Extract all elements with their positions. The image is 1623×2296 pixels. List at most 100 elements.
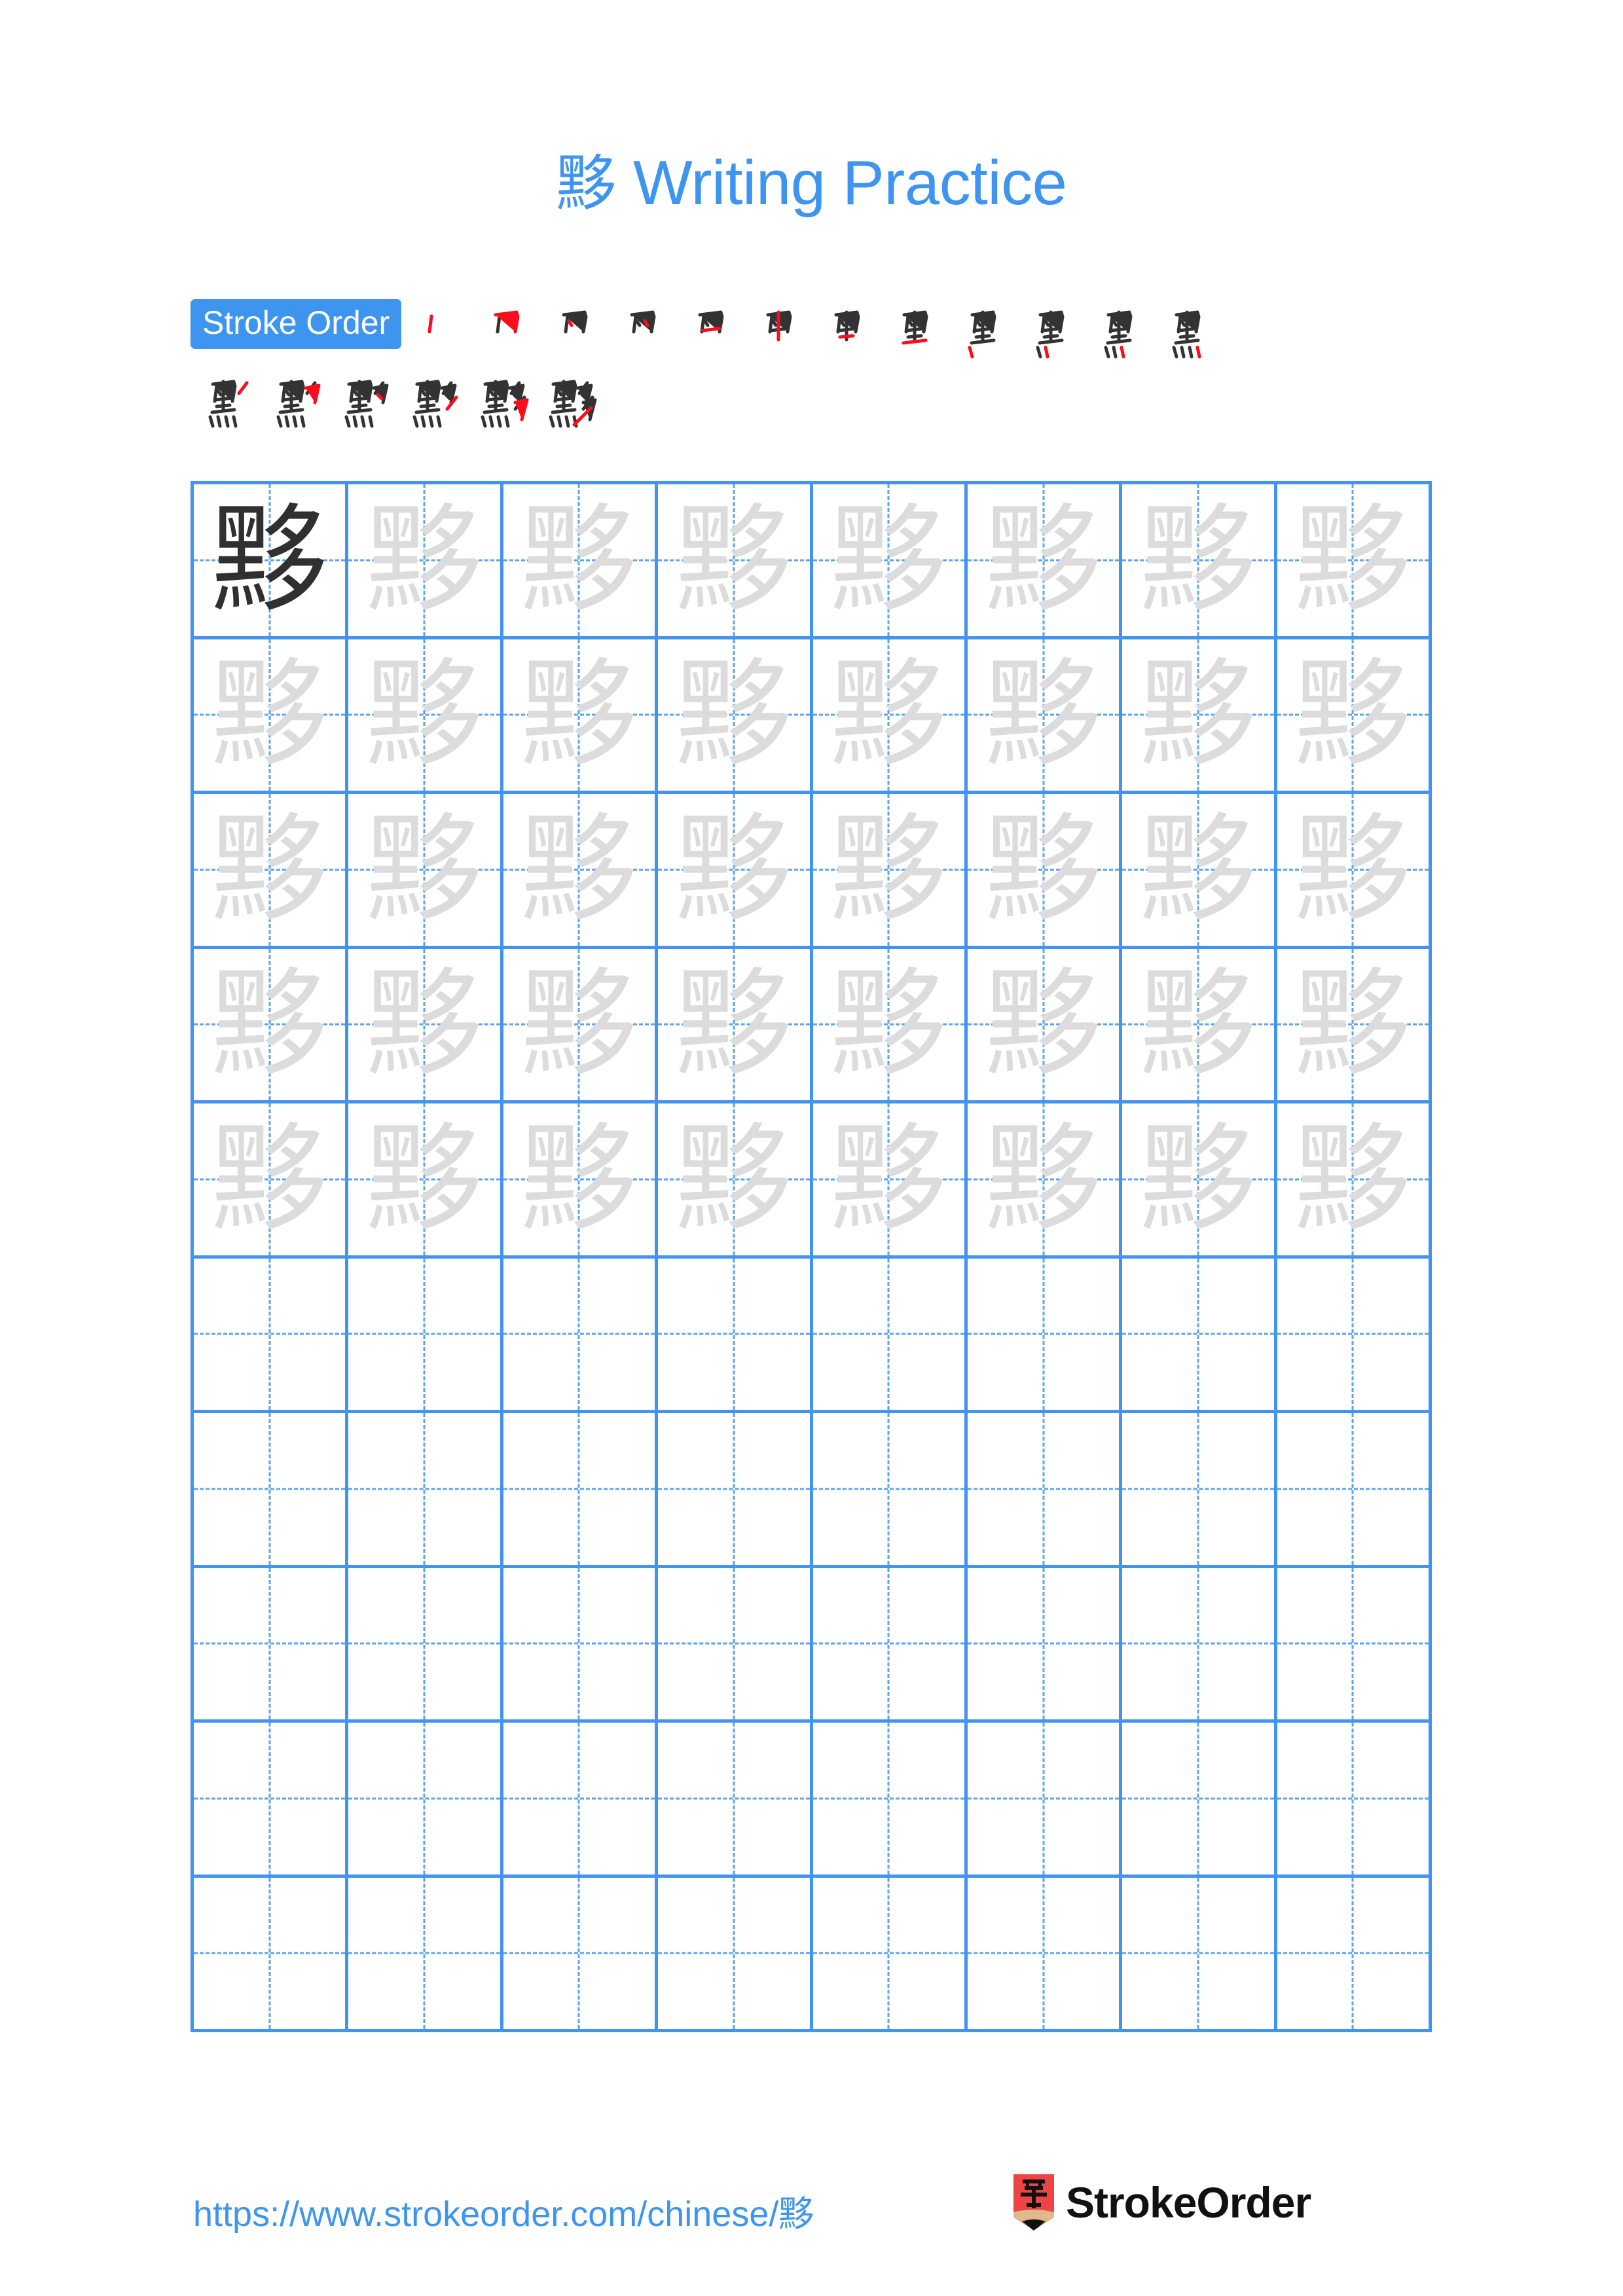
practice-cell[interactable]: 黟 — [348, 639, 503, 794]
trace-character: 黟 — [675, 956, 792, 1092]
practice-cell[interactable] — [348, 1723, 503, 1878]
practice-cell[interactable] — [812, 1568, 968, 1723]
practice-cell[interactable] — [658, 1877, 813, 2032]
practice-cell[interactable] — [503, 1723, 659, 1878]
practice-cell[interactable]: 黟 — [503, 639, 659, 794]
footer: https://www.strokeorder.com/chinese/黟 St… — [0, 2174, 1623, 2265]
practice-cell[interactable]: 黟 — [812, 794, 968, 949]
practice-cell[interactable]: 黟 — [967, 794, 1123, 949]
practice-cell[interactable] — [812, 1258, 968, 1413]
practice-cell[interactable] — [1122, 1258, 1277, 1413]
cell-horizontal-guide — [658, 1333, 810, 1335]
brand-logo[interactable]: StrokeOrder — [1013, 2174, 1311, 2231]
practice-cell[interactable]: 黟 — [503, 484, 659, 639]
practice-cell[interactable]: 黟 — [348, 948, 503, 1103]
practice-cell[interactable]: 黟 — [967, 948, 1123, 1103]
practice-cell[interactable] — [348, 1258, 503, 1413]
practice-cell[interactable]: 黟 — [1277, 948, 1432, 1103]
practice-cell[interactable]: 黟 — [1122, 1103, 1277, 1259]
practice-cell[interactable]: 黟 — [812, 639, 968, 794]
practice-cell[interactable]: 黟 — [658, 1103, 813, 1259]
cell-horizontal-guide — [1277, 1488, 1429, 1490]
practice-cell[interactable]: 黟 — [967, 484, 1123, 639]
practice-cell[interactable]: 黟 — [812, 484, 968, 639]
practice-cell[interactable]: 黟 — [1277, 1103, 1432, 1259]
practice-cell[interactable]: 黟 — [967, 1103, 1123, 1259]
practice-cell[interactable] — [967, 1723, 1123, 1878]
practice-cell[interactable] — [503, 1568, 659, 1723]
practice-cell[interactable]: 黟 — [812, 948, 968, 1103]
practice-cell[interactable] — [348, 1413, 503, 1568]
practice-cell[interactable] — [658, 1258, 813, 1413]
practice-cell[interactable] — [503, 1877, 659, 2032]
practice-cell[interactable]: 黟 — [194, 948, 349, 1103]
practice-cell[interactable]: 黟 — [194, 1103, 349, 1259]
practice-cell[interactable]: 黟 — [658, 794, 813, 949]
practice-cell[interactable] — [348, 1568, 503, 1723]
practice-cell[interactable] — [812, 1877, 968, 2032]
cell-vertical-guide — [1197, 1723, 1199, 1874]
trace-character: 黟 — [1139, 647, 1256, 783]
cell-vertical-guide — [423, 1413, 426, 1565]
trace-character: 黟 — [366, 1111, 483, 1247]
practice-cell[interactable] — [194, 1413, 349, 1568]
page-title-character: 黟 — [556, 149, 616, 219]
practice-cell[interactable]: 黟 — [1277, 794, 1432, 949]
practice-cell[interactable] — [1277, 1568, 1432, 1723]
practice-cell[interactable]: 黟 — [1277, 639, 1432, 794]
practice-cell[interactable]: 黟 — [658, 484, 813, 639]
practice-cell[interactable]: 黟 — [1122, 484, 1277, 639]
practice-cell[interactable] — [1277, 1877, 1432, 2032]
practice-cell[interactable] — [812, 1723, 968, 1878]
practice-cell[interactable]: 黟 — [658, 639, 813, 794]
practice-cell[interactable] — [812, 1413, 968, 1568]
practice-cell[interactable] — [1122, 1568, 1277, 1723]
practice-cell[interactable] — [194, 1877, 349, 2032]
practice-cell[interactable] — [1122, 1723, 1277, 1878]
practice-cell[interactable]: 黟 — [812, 1103, 968, 1259]
practice-cell[interactable] — [658, 1568, 813, 1723]
practice-cell[interactable]: 黟 — [348, 1103, 503, 1259]
practice-cell[interactable]: 黟 — [348, 794, 503, 949]
practice-cell[interactable] — [194, 1723, 349, 1878]
cell-vertical-guide — [887, 1568, 890, 1719]
stroke-order-section: Stroke Order — [191, 298, 1434, 439]
trace-character: 黟 — [1294, 492, 1412, 628]
practice-cell[interactable] — [1122, 1877, 1277, 2032]
practice-grid-row — [194, 1723, 1432, 1878]
practice-cell[interactable] — [967, 1258, 1123, 1413]
practice-cell[interactable]: 黟 — [194, 484, 349, 639]
practice-cell[interactable]: 黟 — [348, 484, 503, 639]
practice-cell[interactable] — [1122, 1413, 1277, 1568]
practice-cell[interactable]: 黟 — [1122, 794, 1277, 949]
practice-cell[interactable] — [658, 1723, 813, 1878]
cell-vertical-guide — [1351, 1413, 1354, 1565]
practice-cell[interactable] — [967, 1413, 1123, 1568]
practice-cell[interactable]: 黟 — [503, 1103, 659, 1259]
cell-horizontal-guide — [967, 1333, 1120, 1335]
practice-cell[interactable] — [658, 1413, 813, 1568]
practice-grid: 黟黟黟黟黟黟黟黟黟黟黟黟黟黟黟黟黟黟黟黟黟黟黟黟黟黟黟黟黟黟黟黟黟黟黟黟黟黟黟黟 — [191, 481, 1432, 2032]
practice-cell[interactable] — [967, 1568, 1123, 1723]
practice-cell[interactable] — [194, 1568, 349, 1723]
practice-cell[interactable] — [503, 1258, 659, 1413]
practice-cell[interactable] — [1277, 1723, 1432, 1878]
practice-cell[interactable] — [967, 1877, 1123, 2032]
trace-character: 黟 — [985, 801, 1102, 937]
practice-cell[interactable]: 黟 — [967, 639, 1123, 794]
practice-cell[interactable] — [194, 1258, 349, 1413]
footer-url-link[interactable]: https://www.strokeorder.com/chinese/黟 — [193, 2185, 814, 2236]
practice-cell[interactable]: 黟 — [1277, 484, 1432, 639]
cell-horizontal-guide — [967, 1642, 1120, 1645]
practice-cell[interactable]: 黟 — [194, 794, 349, 949]
practice-cell[interactable] — [503, 1413, 659, 1568]
practice-cell[interactable]: 黟 — [503, 948, 659, 1103]
practice-cell[interactable] — [1277, 1258, 1432, 1413]
practice-cell[interactable] — [348, 1877, 503, 2032]
practice-cell[interactable] — [1277, 1413, 1432, 1568]
practice-cell[interactable]: 黟 — [658, 948, 813, 1103]
practice-cell[interactable]: 黟 — [1122, 948, 1277, 1103]
practice-cell[interactable]: 黟 — [1122, 639, 1277, 794]
practice-cell[interactable]: 黟 — [503, 794, 659, 949]
practice-cell[interactable]: 黟 — [194, 639, 349, 794]
